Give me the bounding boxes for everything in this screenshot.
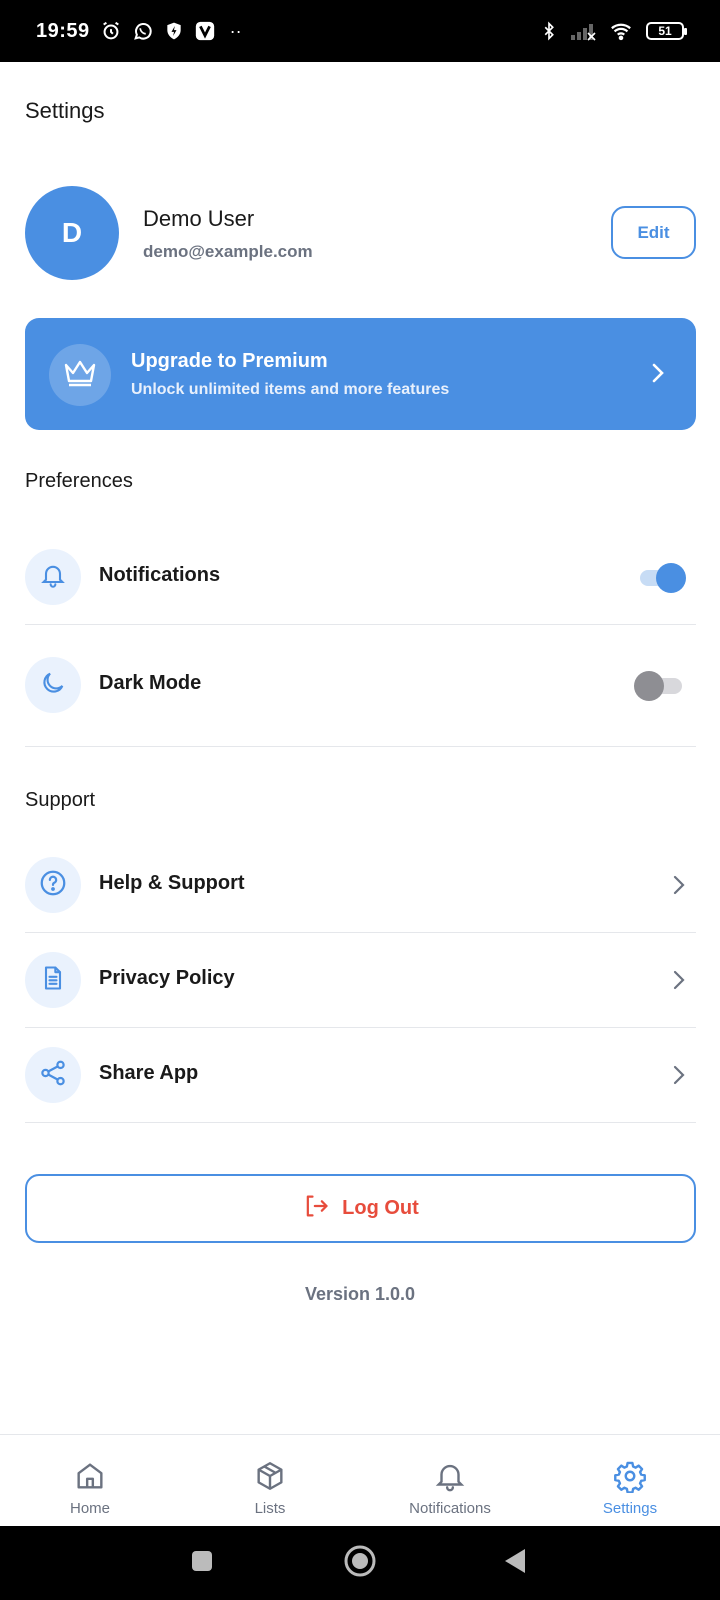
box-icon [253,1458,287,1494]
chevron-right-icon [650,360,666,391]
profile-section: D Demo User demo@example.com Edit [25,186,696,280]
dark-mode-toggle[interactable] [634,671,686,701]
toggle-knob [634,671,664,701]
bell-icon [39,561,67,594]
back-triangle-icon [503,1548,527,1579]
nav-item-lists[interactable]: Lists [180,1435,360,1527]
row-privacy-policy[interactable]: Privacy Policy [25,933,696,1028]
document-icon [39,963,67,998]
alarm-icon [100,20,122,42]
vivaldi-icon [194,20,216,42]
help-circle-icon [38,868,68,903]
battery-indicator: 51 [646,22,687,40]
status-left: 19:59 ·· [36,20,242,43]
support-section-label: Support [25,789,96,811]
nav-label-settings: Settings [602,1500,658,1517]
home-icon [73,1458,107,1494]
chevron-right-icon [672,968,686,997]
edit-profile-button[interactable]: Edit [611,206,696,259]
row-label-dark-mode: Dark Mode [99,672,202,694]
signal-icon [570,21,596,41]
status-overflow-dots: ·· [229,20,242,41]
row-dark-mode[interactable]: Dark Mode [25,625,696,747]
row-help-support[interactable]: Help & Support [25,838,696,933]
chevron-right-icon [672,873,686,902]
nav-item-settings[interactable]: Settings [540,1435,720,1527]
square-icon [190,1549,214,1578]
status-bar: 19:59 ·· 51 [0,0,720,62]
nav-item-notifications[interactable]: Notifications [360,1435,540,1527]
upgrade-premium-banner[interactable]: Upgrade to Premium Unlock unlimited item… [25,318,696,430]
chevron-right-icon [672,1063,686,1092]
shield-bolt-icon [164,20,184,42]
preferences-section-label: Preferences [25,470,133,492]
gear-icon [613,1458,647,1494]
system-nav-bar [0,1526,720,1600]
crown-icon [63,358,97,393]
logout-icon [302,1192,330,1225]
row-icon-badge [25,657,81,713]
status-right: 51 [540,19,687,43]
premium-title: Upgrade to Premium [131,350,328,372]
avatar: D [25,186,119,280]
premium-subtitle: Unlock unlimited items and more features [131,381,450,398]
page-title: Settings [25,98,105,123]
row-share-app[interactable]: Share App [25,1028,696,1123]
nav-item-home[interactable]: Home [0,1435,180,1527]
notifications-toggle[interactable] [636,563,686,593]
row-label-share-app: Share App [99,1062,199,1084]
crown-icon-badge [49,344,111,406]
nav-label-notifications: Notifications [409,1500,491,1517]
wifi-icon [608,20,634,42]
row-icon-badge [25,1047,81,1103]
share-icon [38,1058,68,1093]
row-icon-badge [25,549,81,605]
bottom-nav: Home Lists Notifications Settings [0,1434,720,1526]
moon-icon [39,669,67,702]
bell-icon [433,1458,467,1494]
recents-button[interactable] [182,1526,222,1600]
row-label-help-support: Help & Support [99,872,245,894]
back-button[interactable] [500,1526,530,1600]
logout-label: Log Out [342,1197,419,1219]
status-time: 19:59 [36,19,90,42]
logout-button[interactable]: Log Out [25,1174,696,1243]
app-version: Version 1.0.0 [304,1284,416,1304]
toggle-knob [656,563,686,593]
row-label-notifications: Notifications [99,564,221,586]
row-icon-badge [25,857,81,913]
whatsapp-icon [132,20,154,42]
nav-label-home: Home [69,1500,110,1517]
nav-label-lists: Lists [254,1500,286,1517]
bluetooth-icon [540,19,558,43]
home-system-button[interactable] [338,1526,382,1600]
row-notifications[interactable]: Notifications [25,530,696,625]
circle-home-icon [343,1544,377,1583]
user-email: demo@example.com [143,242,313,261]
user-name: Demo User [143,206,255,231]
row-icon-badge [25,952,81,1008]
row-label-privacy-policy: Privacy Policy [99,967,235,989]
